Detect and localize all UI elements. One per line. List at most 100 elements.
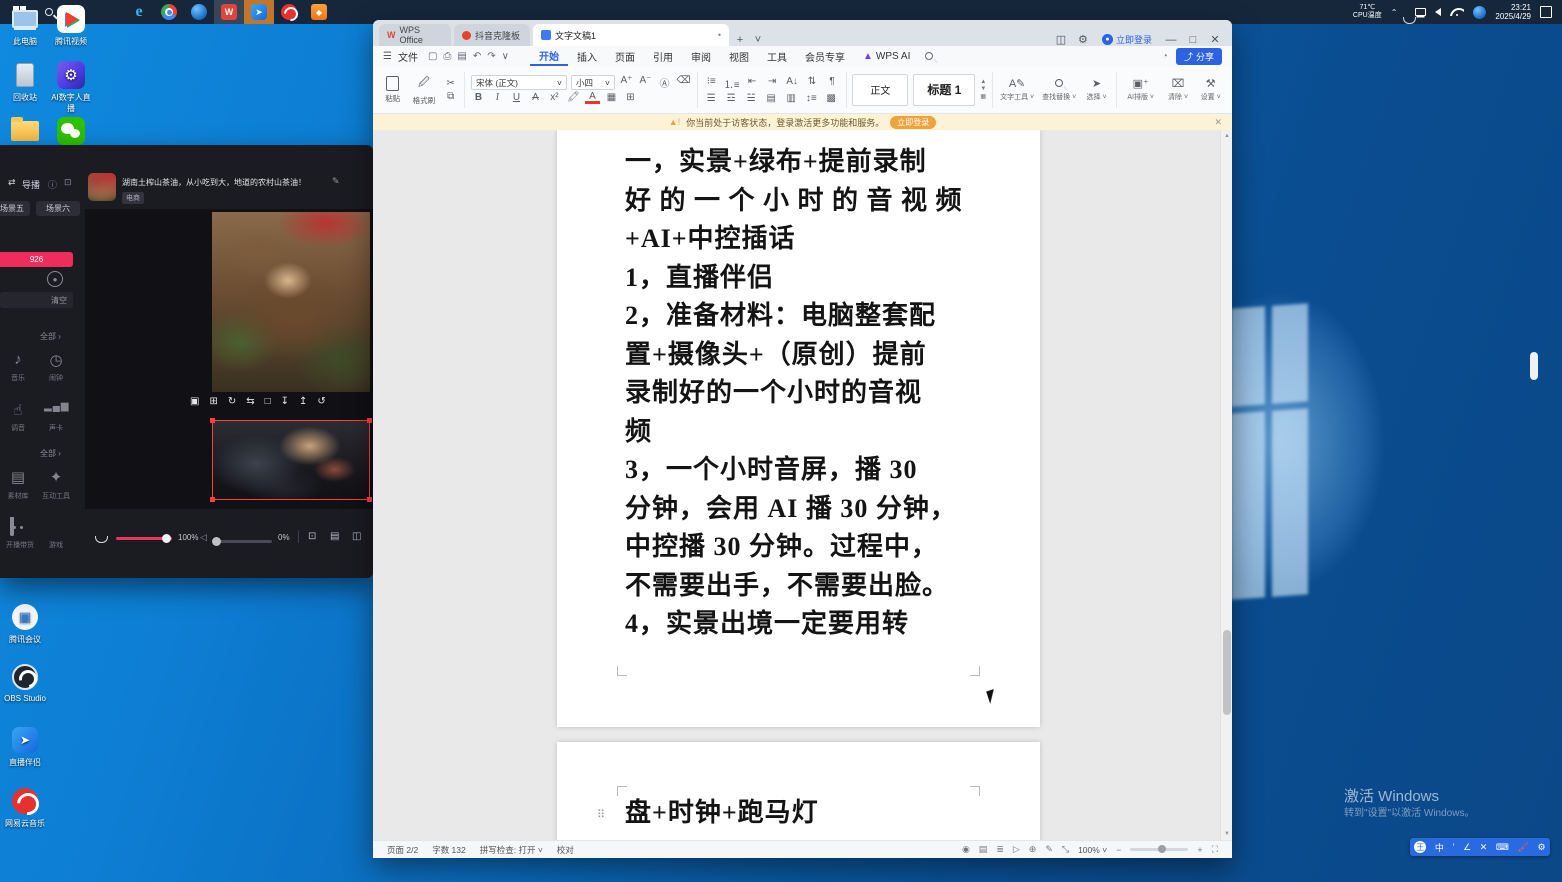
alarm-icon[interactable]: ◷ <box>44 351 68 369</box>
menu-tab-wps-ai[interactable]: ▲ WPS AI <box>854 46 919 66</box>
export-icon[interactable]: ▤ <box>457 51 466 62</box>
video-source-2-selected[interactable] <box>212 420 370 500</box>
director-mode-label[interactable]: 导播 <box>22 178 40 191</box>
music-icon[interactable]: ♪ <box>6 351 30 368</box>
monitor-volume-slider[interactable] <box>214 540 272 543</box>
text-tool-button[interactable]: A✎文字工具 ˅ <box>999 77 1035 102</box>
taskbar-chrome-icon[interactable] <box>154 0 184 24</box>
desktop-icon-recycle-bin[interactable]: 回收站 <box>2 60 48 103</box>
scroll-down-arrow[interactable]: ▼ <box>1224 831 1230 837</box>
tab-doc-pdf[interactable]: 抖音克隆板 <box>454 24 530 46</box>
scroll-up-arrow[interactable]: ▲ <box>1224 133 1230 139</box>
char-border-icon[interactable]: ⊞ <box>623 92 638 104</box>
switch-mode-icon[interactable]: ⇄ <box>8 177 16 188</box>
taskbar-browser-icon[interactable] <box>184 0 214 24</box>
change-case-icon[interactable]: Ⓐ <box>657 75 672 90</box>
style-down-icon[interactable]: ▼ <box>980 86 986 92</box>
page-2[interactable]: ⠿ 盘+时钟+跑马灯 <box>557 742 1040 840</box>
char-shading-icon[interactable]: ▦ <box>604 92 619 104</box>
help-circle-icon[interactable]: ◔ <box>1162 51 1168 62</box>
font-name-select[interactable]: 宋体 (正文)˅ <box>471 75 567 90</box>
style-more-icon[interactable]: ▦ <box>980 93 986 100</box>
align-right-icon[interactable]: ☱ <box>744 93 759 104</box>
tab-wps-home[interactable]: W WPS Office <box>379 24 451 46</box>
all-link-1[interactable]: 全部 › <box>40 331 61 342</box>
screenshot-icon[interactable]: ⊡ <box>308 531 316 542</box>
taskbar-live-companion-icon[interactable]: ➤ <box>244 0 274 24</box>
vertical-scrollbar[interactable]: ▲ ▼ <box>1220 130 1232 840</box>
font-size-select[interactable]: 小四˅ <box>571 75 615 90</box>
tab-list-chevron[interactable]: ˅ <box>751 34 765 46</box>
numbering-icon[interactable]: ⒈≡ <box>724 76 740 91</box>
scene-item-active[interactable]: 926 <box>0 252 73 267</box>
highlight-icon[interactable]: 🖍 <box>566 92 581 104</box>
info-icon[interactable]: ⓘ <box>48 178 57 191</box>
ime-keyboard-icon[interactable]: ⌨ <box>1496 842 1509 853</box>
play-view-icon[interactable]: ▷ <box>1013 844 1020 855</box>
action-center-icon[interactable] <box>1540 6 1552 18</box>
tray-network-icon[interactable] <box>1450 8 1464 16</box>
zoom-slider[interactable] <box>1130 848 1188 851</box>
desktop-icon-netease-music[interactable]: 网易云音乐 <box>2 786 48 829</box>
ime-mode-label[interactable]: 中 <box>1435 841 1444 854</box>
align-left-icon[interactable]: ☰ <box>704 93 719 104</box>
italic-icon[interactable]: I <box>490 92 505 104</box>
clear-format-icon[interactable]: ⌫ <box>676 75 691 90</box>
menu-tab-tools[interactable]: 工具 <box>758 46 796 66</box>
clean-button[interactable]: ⌧清除 ˅ <box>1165 77 1192 102</box>
desktop-icon-live-companion[interactable]: ➤ 直播伴侣 <box>2 725 48 768</box>
show-marks-icon[interactable]: ¶ <box>825 76 840 91</box>
scrollbar-thumb[interactable] <box>1223 630 1231 715</box>
login-entry[interactable]: ● 立即登录 <box>1102 33 1152 46</box>
ime-error-icon[interactable]: ✕ <box>1480 842 1488 853</box>
tray-display-icon[interactable] <box>1415 8 1426 16</box>
align-center-icon[interactable]: ☲ <box>724 93 739 104</box>
all-link-2[interactable]: 全部 › <box>40 448 61 459</box>
mic-volume-slider[interactable] <box>116 537 172 540</box>
zoom-out-icon[interactable]: − <box>1116 845 1121 855</box>
annotate-pen-icon[interactable]: ✎ <box>1045 844 1053 855</box>
close-button[interactable]: ✕ <box>1204 33 1226 46</box>
commerce-icon[interactable] <box>10 517 34 535</box>
desktop-icon-ai-live[interactable]: ⚙ AI数字人直播 <box>48 60 94 114</box>
redo-icon[interactable]: ↷ <box>487 51 495 62</box>
scene-tab-6[interactable]: 场景六 <box>36 201 80 216</box>
format-painter-group[interactable]: 🖉 格式刷 <box>411 68 438 112</box>
strikethrough-icon[interactable]: A <box>528 92 543 104</box>
menu-tab-member[interactable]: 会员专享 <box>796 46 854 66</box>
minimize-button[interactable]: — <box>1160 34 1182 46</box>
paste-group[interactable]: 粘贴 <box>381 68 405 112</box>
subscript-icon[interactable]: x² <box>547 92 562 104</box>
ime-skin-brush-icon[interactable]: 🖌 <box>1518 842 1529 853</box>
warning-close-icon[interactable]: ✕ <box>1214 117 1222 128</box>
interact-tools-icon[interactable]: ✦ <box>44 468 68 486</box>
taskbar-orange-app-icon[interactable]: ◆ <box>304 0 334 24</box>
eye-protect-icon[interactable]: ◉ <box>962 844 970 855</box>
outline-view-icon[interactable]: ≣ <box>996 844 1004 855</box>
menu-tab-view[interactable]: 视图 <box>720 46 758 66</box>
zoom-slider-knob[interactable] <box>1158 845 1166 853</box>
text-direction-icon[interactable]: A↓ <box>785 76 800 91</box>
material-library-icon[interactable]: ▤ <box>6 468 30 486</box>
menu-tab-reference[interactable]: 引用 <box>644 46 682 66</box>
desktop-icon-this-pc[interactable]: 此电脑 <box>2 4 48 47</box>
edit-title-icon[interactable]: ✎ <box>332 176 340 187</box>
undo-icon[interactable]: ↶ <box>473 51 481 62</box>
shrink-font-icon[interactable]: A⁻ <box>638 75 653 90</box>
menu-file[interactable]: 文件 <box>398 49 418 64</box>
popout-icon[interactable]: ⊡ <box>64 177 72 188</box>
outdent-icon[interactable]: ⇤ <box>745 76 760 91</box>
paragraph-drag-handle[interactable]: ⠿ <box>597 808 605 821</box>
page-1[interactable]: 一，实景+绿布+提前录制 好 的 一 个 小 时 的 音 视 频 +AI+中控插… <box>557 130 1040 727</box>
save-icon[interactable]: ▢ <box>428 51 437 62</box>
reader-mode-icon[interactable]: ◫ <box>1050 33 1072 46</box>
screen-edge-handle[interactable] <box>1530 352 1538 380</box>
cpu-temp-widget[interactable]: 71℃ CPU温度 <box>1353 4 1382 20</box>
distribute-icon[interactable]: ▥ <box>784 93 799 104</box>
find-replace-button[interactable]: 查找替换 ˅ <box>1041 78 1077 102</box>
ime-toolbar[interactable]: 王 中 ’ ∠ ✕ ⌨ 🖌 ⚙ <box>1410 838 1550 856</box>
style-normal[interactable]: 正文 <box>852 74 908 106</box>
copy-icon[interactable]: ⧉ <box>443 91 458 102</box>
select-button[interactable]: ➤选择 ˅ <box>1083 77 1110 102</box>
grow-font-icon[interactable]: A⁺ <box>619 75 634 90</box>
